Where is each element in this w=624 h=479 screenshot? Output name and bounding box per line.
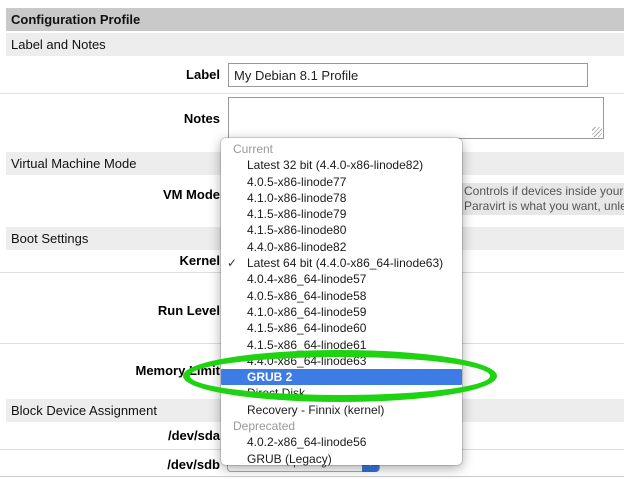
dev-sda-field-label: /dev/sda — [0, 428, 220, 443]
menu-item-kernel[interactable]: 4.0.4-x86_64-linode57 — [221, 271, 462, 287]
menu-item-kernel[interactable]: 4.1.5-x86-linode80 — [221, 222, 462, 238]
section-label-and-notes: Label and Notes — [6, 33, 624, 56]
menu-item-kernel[interactable]: Latest 32 bit (4.4.0-x86-linode82) — [221, 157, 462, 173]
menu-item-kernel[interactable]: 4.1.5-x86-linode79 — [221, 206, 462, 222]
menu-item-kernel[interactable]: 4.4.0-x86-linode82 — [221, 239, 462, 255]
menu-group-current: Current — [221, 141, 462, 157]
menu-item-kernel[interactable]: 4.1.5-x86_64-linode60 — [221, 320, 462, 336]
divider — [0, 476, 624, 477]
kernel-dropdown-menu: Current Latest 32 bit (4.4.0-x86-linode8… — [221, 138, 462, 465]
textarea-resize-grip[interactable] — [592, 127, 602, 137]
menu-item-kernel[interactable]: 4.0.5-x86_64-linode58 — [221, 288, 462, 304]
menu-item-kernel[interactable]: 4.0.5-x86-linode77 — [221, 174, 462, 190]
kernel-field-label: Kernel — [0, 253, 220, 268]
menu-item-kernel[interactable]: Recovery - Finnix (kernel) — [221, 402, 462, 418]
menu-item-kernel[interactable]: 4.1.0-x86-linode78 — [221, 190, 462, 206]
menu-item-kernel-checked[interactable]: ✓ Latest 64 bit (4.4.0-x86_64-linode63) — [221, 255, 462, 271]
label-field-label: Label — [0, 67, 220, 82]
notes-textarea[interactable] — [228, 97, 604, 139]
menu-group-deprecated: Deprecated — [221, 418, 462, 434]
divider — [0, 93, 624, 94]
memory-limit-field-label: Memory Limit — [0, 363, 220, 378]
menu-item-kernel[interactable]: 4.0.2-x86_64-linode56 — [221, 434, 462, 450]
vm-mode-field-label: VM Mode — [0, 187, 220, 202]
vm-mode-help-line1: Controls if devices inside your — [464, 184, 624, 199]
menu-item-kernel[interactable]: Direct Disk — [221, 385, 462, 401]
run-level-field-label: Run Level — [0, 303, 220, 318]
checkmark-icon: ✓ — [227, 255, 245, 271]
configuration-profile-page: { "page_title": "Configuration Profile",… — [0, 0, 624, 479]
label-input[interactable] — [228, 63, 588, 87]
menu-item-label: Latest 64 bit (4.4.0-x86_64-linode63) — [247, 256, 443, 270]
dev-sdb-field-label: /dev/sdb — [0, 457, 220, 472]
menu-item-grub2-highlighted[interactable]: GRUB 2 — [221, 369, 462, 385]
menu-item-kernel[interactable]: 4.4.0-x86_64-linode63 — [221, 353, 462, 369]
menu-item-kernel[interactable]: GRUB (Legacy) — [221, 451, 462, 467]
menu-item-kernel[interactable]: 4.1.0-x86_64-linode59 — [221, 304, 462, 320]
menu-item-kernel[interactable]: 4.1.5-x86_64-linode61 — [221, 337, 462, 353]
page-title: Configuration Profile — [6, 8, 624, 31]
vm-mode-help-text: Controls if devices inside your Paravirt… — [458, 183, 624, 215]
notes-field-label: Notes — [0, 111, 220, 126]
vm-mode-help-line2: Paravirt is what you want, unle — [464, 199, 624, 214]
